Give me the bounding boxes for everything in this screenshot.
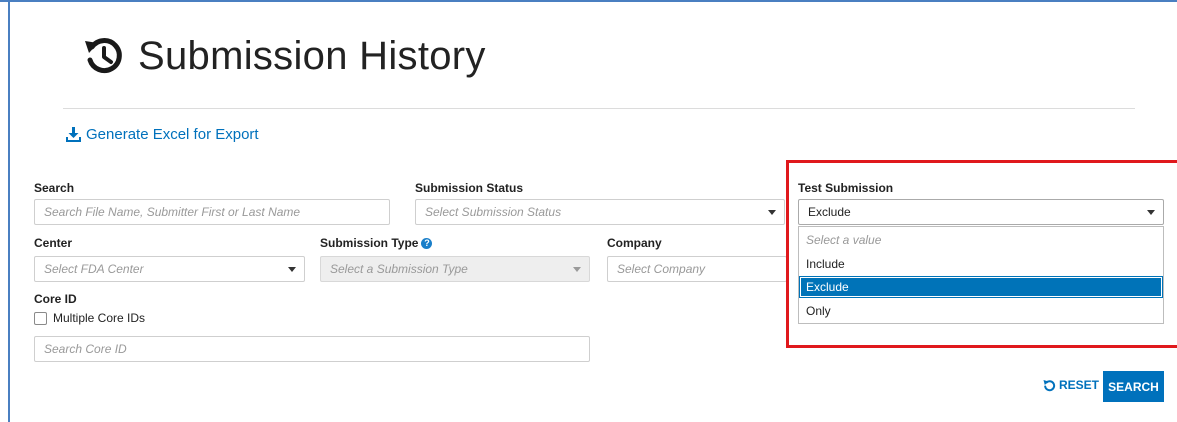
page-header: Submission History xyxy=(82,28,486,84)
generate-excel-link[interactable]: Generate Excel for Export xyxy=(66,126,259,143)
multiple-core-ids-label: Multiple Core IDs xyxy=(53,311,146,325)
submission-type-label-row: Submission Type? xyxy=(320,236,433,250)
company-label: Company xyxy=(607,236,662,250)
page-title: Submission History xyxy=(138,33,486,78)
question-circle-icon[interactable]: ? xyxy=(421,237,433,249)
submission-type-select: Select a Submission Type xyxy=(320,256,590,282)
company-placeholder: Select Company xyxy=(617,262,706,276)
window-left-border xyxy=(8,0,10,422)
chevron-down-icon xyxy=(288,267,296,272)
center-label: Center xyxy=(34,236,73,250)
reset-label: RESET xyxy=(1059,378,1100,392)
highlight-box xyxy=(786,160,1177,348)
generate-excel-label: Generate Excel for Export xyxy=(86,126,259,143)
submission-type-label: Submission Type xyxy=(320,236,419,250)
chevron-down-icon xyxy=(768,210,776,215)
chevron-down-icon xyxy=(573,267,581,272)
company-select[interactable]: Select Company xyxy=(607,256,787,282)
search-label: Search xyxy=(34,181,75,195)
core-id-field[interactable] xyxy=(34,336,590,362)
submission-status-placeholder: Select Submission Status xyxy=(425,205,562,219)
submission-status-label: Submission Status xyxy=(415,181,524,195)
submission-type-placeholder: Select a Submission Type xyxy=(330,262,468,276)
core-id-input[interactable] xyxy=(44,342,589,356)
window-top-border xyxy=(0,0,1177,2)
multiple-core-ids-checkbox[interactable] xyxy=(34,311,47,325)
multiple-core-ids-option[interactable]: Multiple Core IDs xyxy=(34,311,145,325)
search-field[interactable] xyxy=(34,199,390,225)
center-placeholder: Select FDA Center xyxy=(44,262,144,276)
reset-button[interactable]: RESET xyxy=(1043,378,1099,392)
submission-status-select[interactable]: Select Submission Status xyxy=(415,199,785,225)
core-id-label: Core ID xyxy=(34,292,77,306)
search-input[interactable] xyxy=(44,205,389,219)
header-divider xyxy=(63,108,1135,109)
search-button[interactable]: SEARCH xyxy=(1103,371,1164,402)
history-icon xyxy=(85,38,122,74)
download-icon xyxy=(66,127,81,142)
center-select[interactable]: Select FDA Center xyxy=(34,256,305,282)
reset-icon xyxy=(1043,379,1056,391)
